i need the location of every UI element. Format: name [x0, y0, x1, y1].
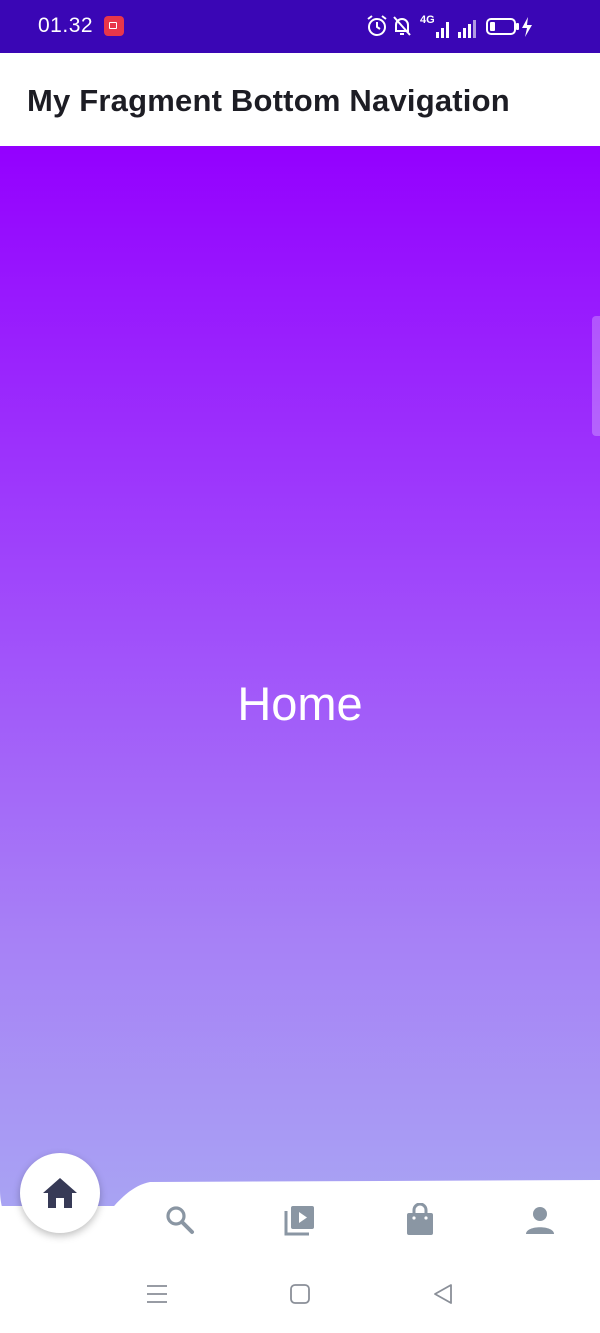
nav-item-profile[interactable]: [510, 1190, 570, 1250]
signal-icon: [458, 20, 476, 38]
home-square-icon[interactable]: [288, 1282, 312, 1306]
screen-record-icon: [104, 16, 124, 36]
nav-item-video[interactable]: [270, 1190, 330, 1250]
app-bar: My Fragment Bottom Navigation: [0, 53, 600, 146]
nav-item-shop[interactable]: [390, 1190, 450, 1250]
person-icon: [526, 1207, 554, 1234]
video-library-icon: [284, 1206, 314, 1236]
network-label: 4G: [420, 14, 435, 26]
edge-scroll-handle[interactable]: [592, 316, 600, 436]
nav-item-search[interactable]: [150, 1190, 210, 1250]
page-title: My Fragment Bottom Navigation: [27, 83, 510, 118]
alarm-icon: [367, 15, 387, 36]
mute-icon: [393, 16, 411, 36]
bottom-navigation: [0, 1150, 600, 1260]
system-navigation-bar: [0, 1260, 600, 1333]
status-icons: 4G: [366, 14, 566, 40]
battery-icon: [486, 18, 519, 35]
status-time: 01.32: [38, 14, 94, 37]
nav-item-home[interactable]: [20, 1153, 100, 1233]
back-icon[interactable]: [431, 1282, 455, 1306]
fragment-content: Home: [0, 146, 600, 1206]
search-icon: [166, 1206, 194, 1234]
fragment-label: Home: [237, 677, 363, 730]
charging-icon: [522, 17, 532, 37]
status-bar: 01.32 4G: [0, 0, 600, 53]
home-icon: [43, 1178, 77, 1208]
shopping-bag-icon: [407, 1203, 433, 1235]
menu-icon[interactable]: [145, 1282, 169, 1306]
